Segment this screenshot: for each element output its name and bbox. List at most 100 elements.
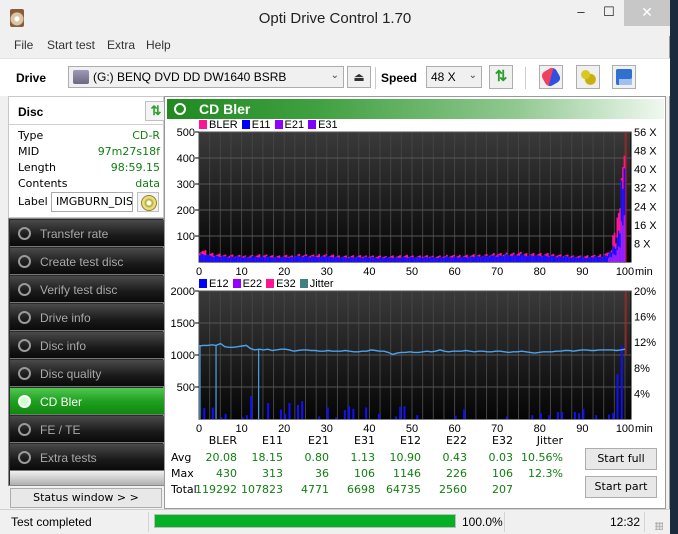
drive-icon [73, 70, 89, 84]
drive-select-value: (G:) BENQ DVD DD DW1640 BSRB [93, 70, 287, 84]
stats-cell: 64735 [386, 483, 421, 496]
chevron-down-icon: ⌄ [330, 70, 339, 81]
drive-select[interactable]: (G:) BENQ DVD DD DW1640 BSRB ⌄ [68, 66, 344, 88]
e12-bar [394, 416, 397, 419]
menu-start-test[interactable]: Start test [47, 38, 95, 52]
settings-button[interactable] [576, 65, 600, 89]
status-text: Test completed [11, 515, 92, 529]
nav-item-drive-info[interactable]: Drive info [10, 304, 164, 331]
y2-tick-label: 24 X [634, 201, 657, 213]
x-tick-label: 50 [406, 423, 418, 433]
stats-cell: 0.03 [488, 451, 514, 464]
stats-col-header: E31 [354, 434, 375, 447]
refresh-icon: ⇅ [150, 103, 162, 118]
nav-item-extra-tests[interactable]: Extra tests [10, 444, 164, 471]
close-button[interactable]: ✕ [624, 0, 670, 26]
minimize-button[interactable]: ‒ [568, 0, 594, 26]
y-tick-label: 500 [177, 127, 195, 139]
start-part-button[interactable]: Start part [585, 476, 657, 498]
y-tick-label: 400 [177, 153, 195, 165]
disc-label-input[interactable]: IMGBURN_DIS [51, 192, 133, 212]
disc-icon [18, 339, 31, 352]
e12-bar [505, 416, 508, 419]
x-tick-label: 0 [196, 266, 202, 278]
settings-icon [580, 69, 596, 85]
e12-bar [245, 415, 248, 419]
stats-cell: 6698 [347, 483, 375, 496]
stats-cell: 12.3% [528, 467, 563, 480]
x-tick-label: 0 [196, 423, 202, 433]
disc-icon [18, 367, 31, 380]
e12-bar [343, 410, 346, 419]
chevron-down-icon: ⌄ [468, 70, 477, 81]
e12-bar [318, 416, 321, 419]
resize-grip[interactable] [655, 522, 663, 530]
erase-button[interactable] [539, 65, 563, 89]
cd-icon-button[interactable] [137, 192, 159, 212]
disc-field-type: Type CD-R [18, 129, 160, 142]
refresh-icon: ⇅ [494, 68, 508, 85]
eject-button[interactable]: ⏏ [347, 66, 371, 88]
disc-icon [18, 311, 31, 324]
x-tick-label: 30 [321, 423, 333, 433]
nav-item-create-test-disc[interactable]: Create test disc [10, 248, 164, 275]
nav-item-fe-te[interactable]: FE / TE [10, 416, 164, 443]
stats-row-label: Avg [171, 451, 192, 464]
x-tick-label: 80 [534, 423, 546, 433]
start-full-button[interactable]: Start full [585, 448, 657, 470]
nav-item-disc-quality[interactable]: Disc quality [10, 360, 164, 387]
e12-bar [348, 406, 351, 419]
e12-bar [241, 417, 244, 419]
e12-bar [352, 408, 355, 419]
e12-bar [224, 413, 227, 419]
y2-tick-label: 48 X [634, 146, 657, 158]
e12-bar [573, 411, 576, 419]
e12-bar [416, 415, 419, 419]
disc-icon [18, 423, 31, 436]
nav-item-cd-bler[interactable]: CD Bler [10, 388, 164, 415]
menu-help[interactable]: Help [146, 38, 171, 52]
x-axis-label: min [635, 423, 653, 433]
cd-bler-panel: CD Bler BLER E11 E21 E31 E12 E22 E32 Jitter 10… [164, 96, 666, 509]
disc-icon [18, 451, 31, 464]
y2-tick-label: 16 X [634, 220, 657, 232]
menu-extra[interactable]: Extra [107, 38, 135, 52]
speed-select[interactable]: 48 X ⌄ [426, 66, 482, 88]
nav-item-verify-test-disc[interactable]: Verify test disc [10, 276, 164, 303]
nav-item-disc-info[interactable]: Disc info [10, 332, 164, 359]
x-tick-label: 100 [616, 423, 634, 433]
y-tick-label: 200 [177, 205, 195, 217]
disc-panel-title: Disc [18, 105, 44, 119]
menu-bar: File Start test Extra Help [0, 36, 670, 56]
disc-field-length: Length 98:59.15 [18, 161, 160, 174]
e12-bar [612, 412, 615, 419]
refresh-speed-button[interactable]: ⇅ [489, 65, 513, 89]
nav-item-transfer-rate[interactable]: Transfer rate [10, 220, 164, 247]
y-tick-label: 300 [177, 179, 195, 191]
stats-table: BLER E11 E21 E31 E12 E22 E32 Jitter Avg 20.08 18.1… [171, 433, 571, 503]
nav-item-label: Verify test disc [40, 283, 118, 297]
y2-tick-label: 12% [634, 337, 656, 349]
stats-col-header: E32 [492, 434, 513, 447]
nav-item-label: CD Bler [40, 395, 83, 409]
toolbar: Drive (G:) BENQ DVD DD DW1640 BSRB ⌄ ⏏ S… [0, 58, 670, 96]
status-window-button[interactable]: Status window > > [10, 488, 162, 508]
disc-panel: Disc ⇅ Type CD-R MID 97m27s18f Length 98:59… [8, 96, 167, 218]
disc-icon [18, 255, 31, 268]
erase-icon [540, 66, 562, 88]
maximize-button[interactable]: ☐ [596, 0, 622, 26]
e12-bar [288, 403, 291, 419]
stats-cell: 0.80 [304, 451, 330, 464]
divider [148, 512, 149, 532]
save-button[interactable] [612, 65, 636, 89]
stats-cell: 226 [446, 467, 467, 480]
menu-file[interactable]: File [14, 38, 33, 52]
stats-cell: 106 [354, 467, 375, 480]
divider [644, 512, 645, 532]
toolbar-divider [375, 67, 376, 89]
e12-bar [539, 413, 542, 419]
e12-bar [595, 415, 598, 419]
x-tick-label: 20 [278, 266, 290, 278]
drive-label: Drive [16, 71, 47, 85]
progress-percent: 100.0% [462, 515, 503, 529]
